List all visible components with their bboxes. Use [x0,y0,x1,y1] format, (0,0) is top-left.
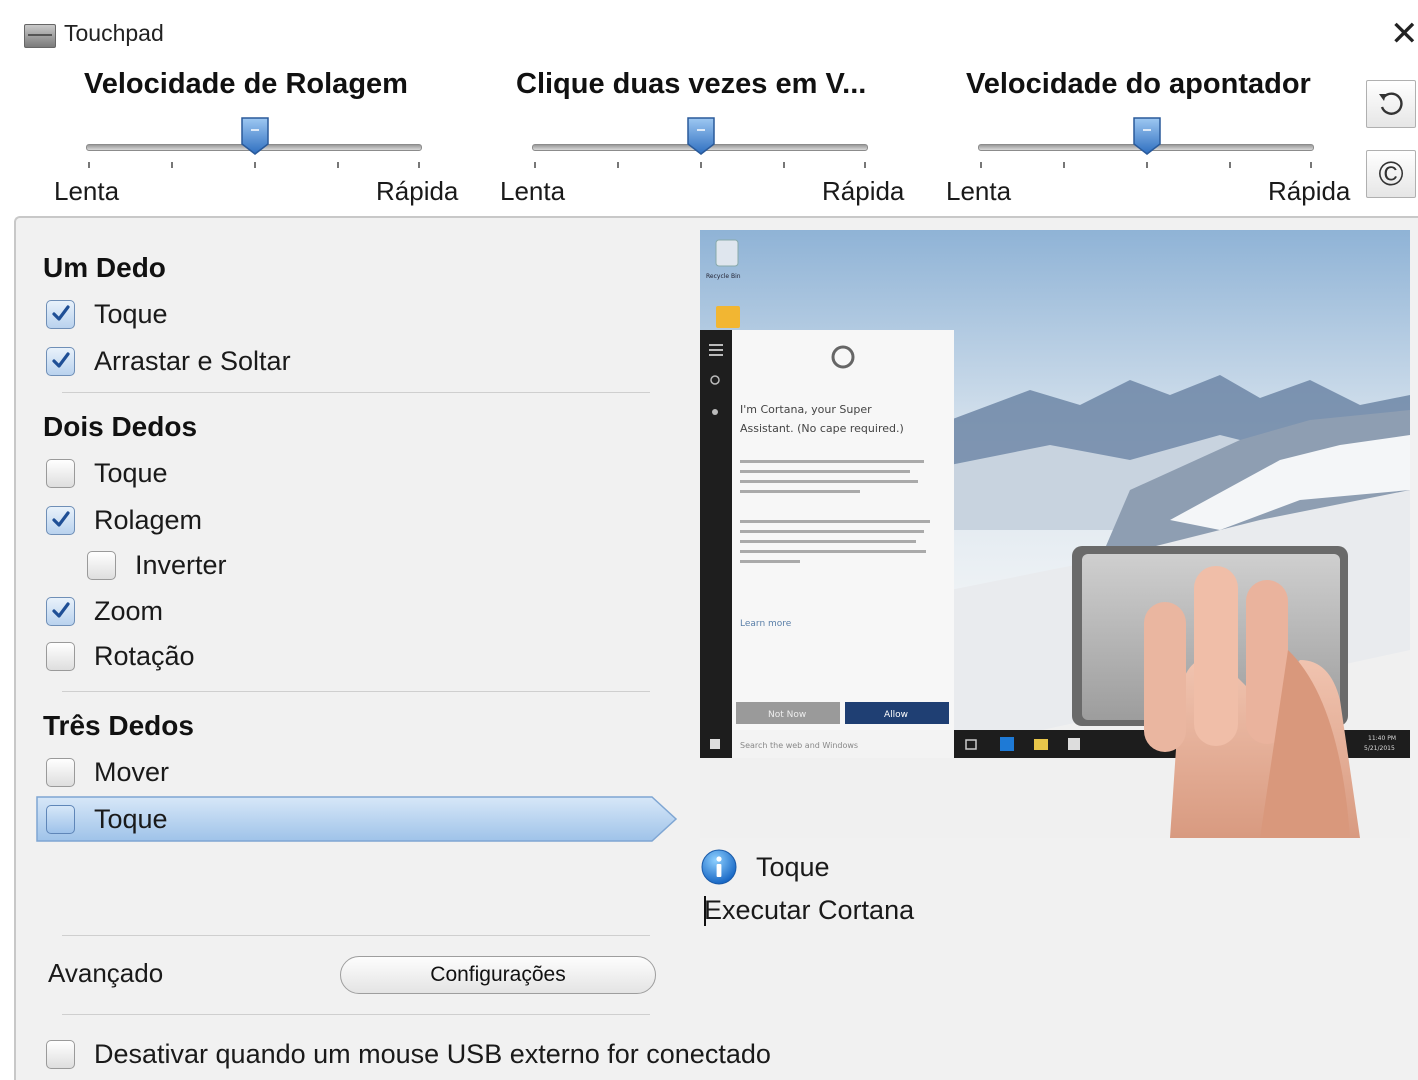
checkbox-label: Rolagem [94,504,203,535]
slider-tick [88,162,90,168]
checkbox-label: Inverter [135,549,227,580]
section-divider [62,691,650,692]
desktop-icon-label: Recycle Bin [706,273,741,280]
double-click-speed-slider[interactable] [532,110,868,170]
two-finger-tap-option[interactable]: Toque [46,453,168,493]
slider-thumb[interactable] [686,116,716,156]
slider-tick [980,162,982,168]
double-click-speed-title: Clique duas vezes em V... [516,68,867,100]
checkbox[interactable] [46,299,75,329]
disable-usb-mouse-option[interactable]: Desativar quando um mouse USB externo fo… [46,1034,771,1074]
slider-tick [1063,162,1065,168]
not-now-button: Not Now [768,710,806,720]
three-fingers-heading: Três Dedos [43,710,194,741]
text-caret [704,896,706,926]
svg-text:I'm Cortana, your Super: I'm Cortana, your Super [740,403,872,416]
pointer-speed-slider[interactable] [978,110,1314,170]
pointer-speed-title: Velocidade do apontador [966,68,1311,100]
slider-thumb[interactable] [1132,116,1162,156]
three-finger-move-option[interactable]: Mover [46,752,169,792]
taskbar-clock-time: 11:40 PM [1368,735,1396,742]
slider-tick [1310,162,1312,168]
slider-tick [254,162,256,168]
taskbar-clock-date: 5/21/2015 [1364,745,1395,752]
slider-tick [418,162,420,168]
invert-scroll-option[interactable]: Inverter [87,545,227,585]
checkbox[interactable] [87,550,116,580]
slider-max-label: Rápida [1268,176,1351,206]
svg-text:Assistant. (No cape required.): Assistant. (No cape required.) [740,422,904,435]
taskbar-search-box: Search the web and Windows [740,741,858,750]
copyright-icon: © [1378,155,1404,193]
slider-tick [864,162,866,168]
two-finger-scroll-option[interactable]: Rolagem [46,500,202,540]
learn-more-link: Learn more [740,619,792,629]
title-bar: Touchpad ✕ [0,0,1418,66]
allow-button: Allow [884,710,908,720]
checkbox-label: Toque [94,803,168,834]
section-divider [62,1014,650,1015]
checkbox-label: Zoom [94,595,164,626]
two-finger-rotate-option[interactable]: Rotação [46,636,195,676]
about-button[interactable]: © [1366,150,1416,198]
check-icon [51,305,70,321]
section-divider [62,392,650,393]
checkbox[interactable] [46,641,75,671]
gesture-preview-image: Recycle Bin I'm Cortana, your Super Assi… [700,230,1410,838]
check-icon [51,352,70,368]
slider-tick [1146,162,1148,168]
slider-tick [1229,162,1231,168]
checkbox[interactable] [46,1039,75,1069]
window-title: Touchpad [64,20,164,46]
checkbox-label: Desativar quando um mouse USB externo fo… [94,1038,771,1069]
slider-tick [171,162,173,168]
checkbox[interactable] [46,757,75,787]
slider-max-label: Rápida [822,176,905,206]
three-finger-tap-option[interactable]: Toque [46,799,168,839]
advanced-label: Avançado [48,958,164,988]
touchpad-app-icon [24,24,56,48]
preview-illustration: Recycle Bin I'm Cortana, your Super Assi… [700,230,1410,838]
checkbox[interactable] [46,596,75,626]
settings-button[interactable]: Configurações [340,956,656,994]
reset-icon [1379,92,1403,115]
slider-max-label: Rápida [376,176,459,206]
slider-tick [783,162,785,168]
slider-min-label: Lenta [500,176,566,206]
checkbox-label: Arrastar e Soltar [94,345,291,376]
reset-button[interactable] [1366,80,1416,128]
one-finger-drag-drop-option[interactable]: Arrastar e Soltar [46,341,291,381]
section-divider [62,935,650,936]
gesture-description: Executar Cortana [704,895,915,925]
check-icon [51,511,70,527]
two-fingers-heading: Dois Dedos [43,411,198,442]
checkbox-label: Rotação [94,640,195,671]
slider-min-label: Lenta [54,176,120,206]
slider-tick [617,162,619,168]
slider-thumb[interactable] [240,116,270,156]
checkbox[interactable] [46,458,75,488]
slider-tick [700,162,702,168]
two-finger-zoom-option[interactable]: Zoom [46,591,163,631]
checkbox[interactable] [46,804,75,834]
one-finger-tap-option[interactable]: Toque [46,294,168,334]
slider-min-label: Lenta [946,176,1012,206]
gesture-name: Toque [756,852,830,882]
one-finger-heading: Um Dedo [43,252,166,283]
slider-tick [337,162,339,168]
checkbox-label: Toque [94,298,168,329]
slider-tick [534,162,536,168]
close-button[interactable]: ✕ [1390,14,1418,54]
checkbox[interactable] [46,346,75,376]
checkbox-label: Mover [94,756,170,787]
check-icon [51,602,70,618]
checkbox[interactable] [46,505,75,535]
info-icon [701,849,737,885]
scroll-speed-slider[interactable] [86,110,422,170]
checkbox-label: Toque [94,457,168,488]
scroll-speed-title: Velocidade de Rolagem [84,68,408,100]
